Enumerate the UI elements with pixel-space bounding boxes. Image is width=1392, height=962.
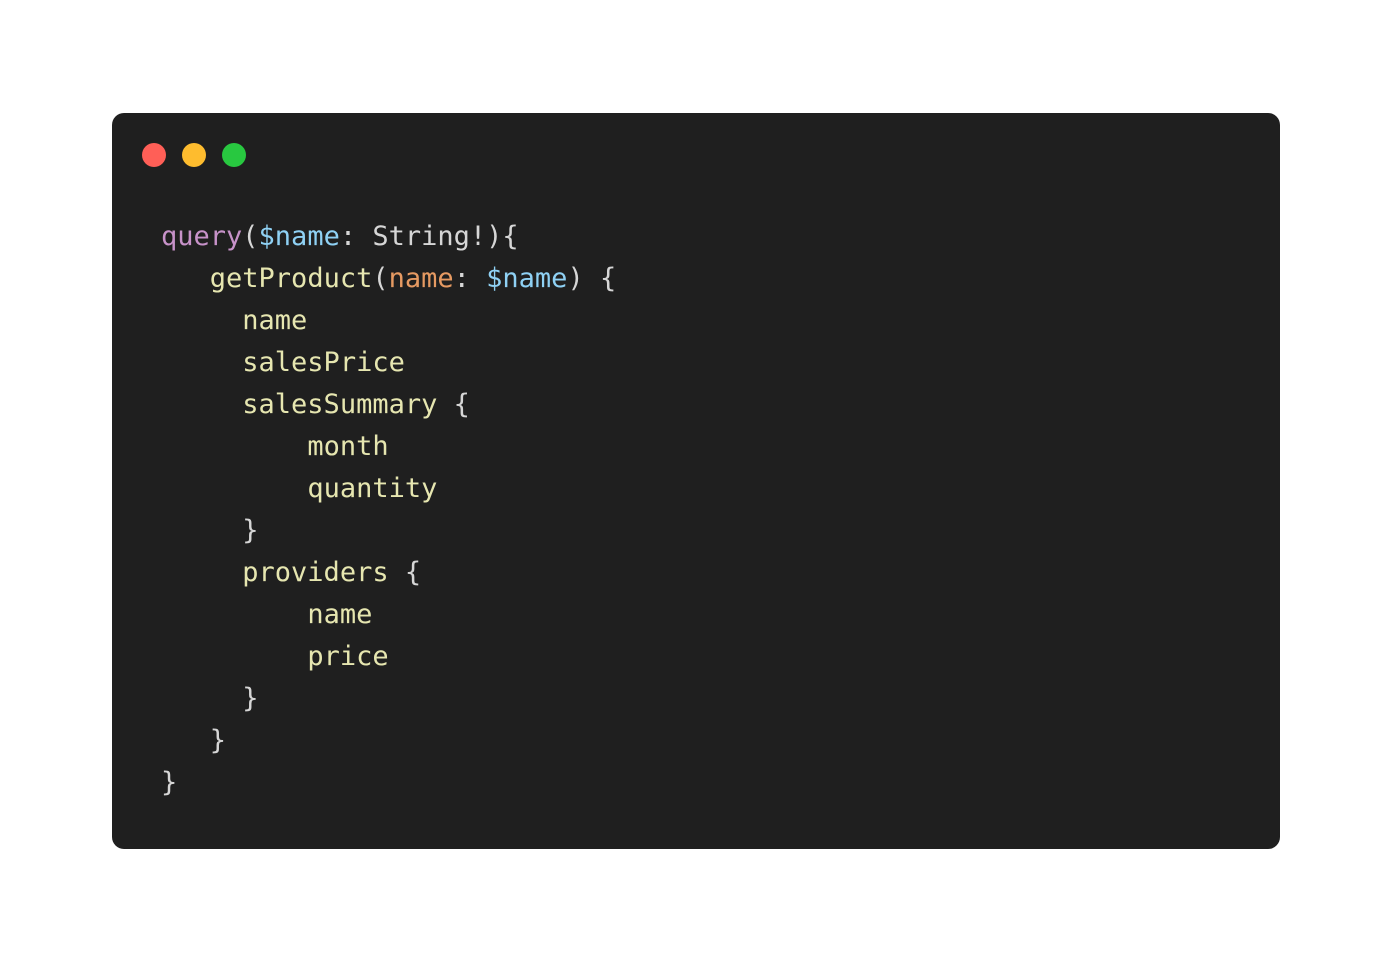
code-line: name: [161, 594, 616, 636]
code-line: month: [161, 426, 616, 468]
code-token-punctuation: (: [372, 263, 389, 294]
maximize-button[interactable]: [222, 143, 246, 167]
code-token-punctuation: {: [437, 389, 470, 420]
code-block: query($name: String!){ getProduct(name: …: [161, 216, 616, 804]
code-token-punctuation: [161, 599, 307, 630]
code-token-punctuation: [161, 641, 307, 672]
code-line: }: [161, 678, 616, 720]
code-line: salesPrice: [161, 342, 616, 384]
code-token-field: name: [242, 305, 308, 336]
code-token-field: salesPrice: [242, 347, 405, 378]
minimize-button[interactable]: [182, 143, 206, 167]
code-token-punctuation: (: [242, 221, 259, 252]
code-line: }: [161, 720, 616, 762]
code-token-punctuation: ) {: [567, 263, 617, 294]
code-line: price: [161, 636, 616, 678]
code-token-keyword: query: [161, 221, 243, 252]
code-token-argument: name: [388, 263, 454, 294]
code-line: providers {: [161, 552, 616, 594]
code-token-punctuation: }: [161, 515, 259, 546]
code-token-punctuation: }: [161, 767, 178, 798]
code-line: }: [161, 510, 616, 552]
code-token-field: salesSummary: [242, 389, 438, 420]
code-token-punctuation: [161, 389, 242, 420]
code-token-field: getProduct: [209, 263, 373, 294]
code-token-field: quantity: [307, 473, 438, 504]
code-line: query($name: String!){: [161, 216, 616, 258]
code-token-punctuation: [161, 347, 242, 378]
code-line: }: [161, 762, 616, 804]
code-token-field: price: [307, 641, 389, 672]
close-button[interactable]: [142, 143, 166, 167]
code-line: quantity: [161, 468, 616, 510]
code-token-punctuation: [161, 305, 242, 336]
code-token-punctuation: {: [388, 557, 422, 588]
code-token-punctuation: :: [453, 263, 487, 294]
code-token-variable: $name: [258, 221, 340, 252]
code-token-punctuation: }: [161, 725, 227, 756]
code-token-punctuation: [161, 431, 307, 462]
code-line: name: [161, 300, 616, 342]
code-window: query($name: String!){ getProduct(name: …: [112, 113, 1280, 849]
code-token-punctuation: [161, 473, 307, 504]
code-token-punctuation: [161, 263, 210, 294]
code-token-field: month: [307, 431, 389, 462]
code-line: getProduct(name: $name) {: [161, 258, 616, 300]
code-token-field: name: [307, 599, 373, 630]
code-token-variable: $name: [486, 263, 568, 294]
code-token-punctuation: : String!){: [339, 221, 519, 252]
code-token-punctuation: [161, 557, 242, 588]
code-token-field: providers: [242, 557, 389, 588]
code-line: salesSummary {: [161, 384, 616, 426]
code-token-punctuation: }: [161, 683, 259, 714]
